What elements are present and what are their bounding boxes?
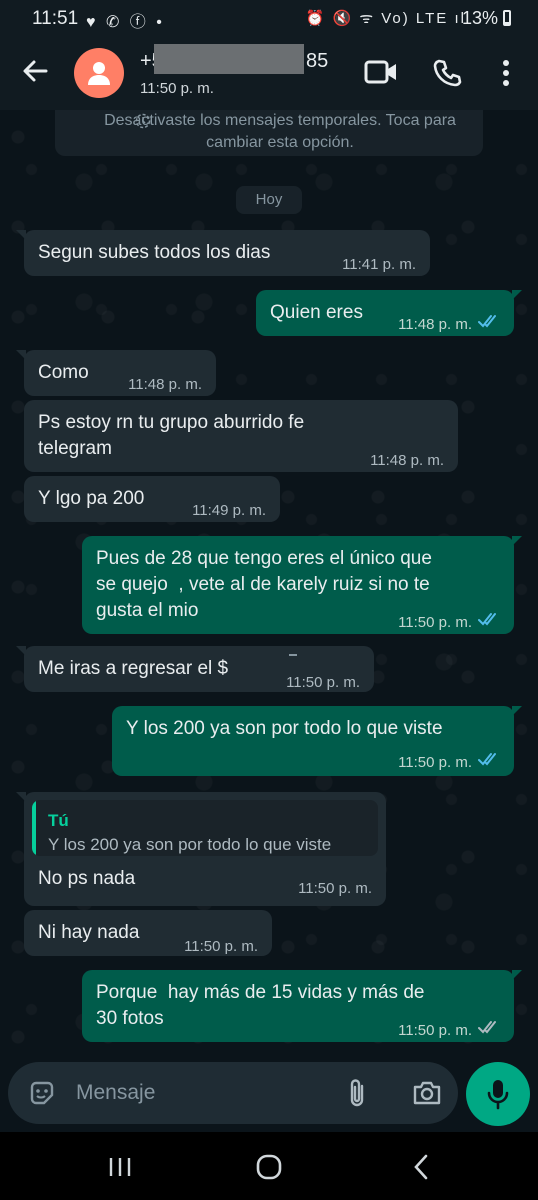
double-check-read-icon xyxy=(478,753,496,766)
chat-area[interactable]: Desactivaste los mensajes temporales. To… xyxy=(0,110,538,1058)
phone-call-icon[interactable] xyxy=(432,58,462,93)
redacted-name xyxy=(154,44,304,74)
camera-icon[interactable] xyxy=(412,1079,442,1112)
more-options-icon[interactable] xyxy=(500,58,512,93)
message-text: Como xyxy=(38,362,89,383)
message-text: Segun subes todos los dias xyxy=(38,242,271,263)
message-time: 11:50 p. m. xyxy=(398,614,472,631)
message-text: Ni hay nada xyxy=(38,922,140,943)
back-nav-icon[interactable] xyxy=(412,1154,430,1185)
message-time: 11:48 p. m. xyxy=(370,452,444,469)
avatar-person-icon xyxy=(88,62,110,85)
voice-record-button[interactable] xyxy=(466,1062,530,1126)
attach-icon[interactable] xyxy=(346,1078,370,1115)
message-text: Y los 200 ya son por todo lo que viste xyxy=(126,718,443,739)
message-text: Y lgo pa 200 xyxy=(38,488,145,509)
recent-apps-icon[interactable] xyxy=(108,1156,132,1183)
message-outgoing[interactable]: Pues de 28 que tengo eres el único que s… xyxy=(82,536,522,634)
quote-accent-bar xyxy=(32,800,36,856)
message-time: 11:48 p. m. xyxy=(398,316,472,333)
message-time: 11:50 p. m. xyxy=(398,754,472,771)
message-time: 11:50 p. m. xyxy=(184,938,258,955)
quote-author: Tú xyxy=(48,811,69,830)
message-outgoing[interactable]: Y los 200 ya son por todo lo que viste 1… xyxy=(112,706,522,776)
message-time: 11:50 p. m. xyxy=(398,1022,472,1039)
message-time: 11:50 p. m. xyxy=(286,674,360,691)
message-outgoing[interactable]: Porque hay más de 15 vidas y más de 30 f… xyxy=(82,970,522,1042)
message-input[interactable]: Mensaje xyxy=(8,1062,458,1124)
message-text: Ps estoy rn tu grupo aburrido fe telegra… xyxy=(38,412,305,459)
flag-icon xyxy=(289,654,297,660)
message-text: No ps nada xyxy=(38,868,136,889)
message-incoming-reply[interactable]: Tú Y los 200 ya son por todo lo que vist… xyxy=(16,792,386,906)
chat-header: +5 85 11:50 p. m. xyxy=(0,36,538,110)
message-time: 11:49 p. m. xyxy=(192,502,266,519)
day-separator: Hoy xyxy=(236,186,302,214)
contact-last-seen: 11:50 p. m. xyxy=(140,80,214,97)
double-check-read-icon xyxy=(478,315,496,328)
message-time: 11:48 p. m. xyxy=(128,376,202,393)
contact-name-suffix[interactable]: 85 xyxy=(306,50,328,73)
avatar[interactable] xyxy=(74,48,124,98)
system-nav-bar xyxy=(0,1132,538,1200)
system-notice[interactable]: Desactivaste los mensajes temporales. To… xyxy=(55,110,483,156)
message-time: 11:50 p. m. xyxy=(298,880,372,897)
battery-percent: 13% xyxy=(461,8,498,28)
sticker-icon[interactable] xyxy=(28,1079,56,1112)
message-incoming[interactable]: Y lgo pa 200 11:49 p. m. xyxy=(24,476,280,522)
message-incoming[interactable]: Ni hay nada 11:50 p. m. xyxy=(24,910,272,956)
double-check-delivered-icon xyxy=(478,1021,496,1034)
message-time: 11:41 p. m. xyxy=(342,256,416,273)
message-placeholder[interactable]: Mensaje xyxy=(76,1081,155,1105)
quote-text: Y los 200 ya son por todo lo que viste xyxy=(48,835,332,854)
system-status-icons: ⏰ 🔇 ᯤ Vo) LTE ıl xyxy=(305,10,466,27)
timer-icon xyxy=(135,113,151,129)
message-outgoing[interactable]: Quien eres 11:48 p. m. xyxy=(256,290,522,336)
message-text: Me iras a regresar el $ xyxy=(38,658,229,679)
message-incoming[interactable]: Como 11:48 p. m. xyxy=(16,350,216,396)
message-text: Porque hay más de 15 vidas y más de 30 f… xyxy=(96,982,425,1029)
message-text: Quien eres xyxy=(270,302,363,323)
mic-icon xyxy=(487,1080,509,1110)
back-arrow-icon[interactable] xyxy=(20,56,50,86)
quoted-message[interactable]: Tú Y los 200 ya son por todo lo que vist… xyxy=(32,800,378,856)
message-incoming[interactable]: Ps estoy rn tu grupo aburrido fe telegra… xyxy=(24,400,458,472)
composer: Mensaje xyxy=(0,1058,538,1132)
battery-icon xyxy=(503,10,511,26)
double-check-read-icon xyxy=(478,613,496,626)
notification-icons: ♥ ✆ ⓕ • xyxy=(86,14,165,31)
system-notice-text: Desactivaste los mensajes temporales. To… xyxy=(104,112,456,151)
message-incoming[interactable]: Segun subes todos los dias 11:41 p. m. xyxy=(16,230,430,276)
message-text: Pues de 28 que tengo eres el único que s… xyxy=(96,548,432,621)
message-incoming[interactable]: Me iras a regresar el $ 11:50 p. m. xyxy=(16,646,374,692)
status-time: 11:51 xyxy=(32,8,79,29)
video-call-icon[interactable] xyxy=(364,58,398,91)
status-bar: 11:51 ♥ ✆ ⓕ • ⏰ 🔇 ᯤ Vo) LTE ıl 13% xyxy=(0,0,538,36)
home-icon[interactable] xyxy=(256,1154,282,1185)
